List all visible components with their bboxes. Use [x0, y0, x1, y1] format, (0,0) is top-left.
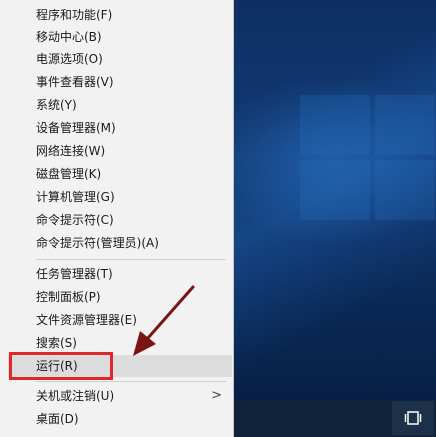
menu-item-network-connections[interactable]: 网络连接(W) [8, 140, 232, 162]
desktop-window-pane [300, 160, 370, 220]
menu-item-programs-features[interactable]: 程序和功能(F) [8, 4, 232, 26]
task-view-icon[interactable] [392, 401, 434, 435]
menu-item-command-prompt-admin[interactable]: 命令提示符(管理员)(A) [8, 232, 232, 254]
menu-item-computer-management[interactable]: 计算机管理(G) [8, 186, 232, 208]
menu-item-disk-management[interactable]: 磁盘管理(K) [8, 163, 232, 185]
run-highlight-box [9, 352, 113, 380]
desktop-window-pane [300, 95, 370, 155]
task-view-glyph-icon [404, 411, 422, 425]
menu-separator [36, 259, 226, 260]
menu-item-desktop[interactable]: 桌面(D) [8, 408, 232, 430]
desktop-window-pane [375, 95, 435, 155]
menu-item-shutdown-signout[interactable]: 关机或注销(U) > [8, 385, 232, 407]
menu-item-control-panel[interactable]: 控制面板(P) [8, 286, 232, 308]
menu-item-system[interactable]: 系统(Y) [8, 94, 232, 116]
menu-item-mobility-center[interactable]: 移动中心(B) [8, 26, 232, 48]
menu-item-event-viewer[interactable]: 事件查看器(V) [8, 71, 232, 93]
menu-item-file-explorer[interactable]: 文件资源管理器(E) [8, 309, 232, 331]
menu-separator [36, 381, 226, 382]
menu-item-search[interactable]: 搜索(S) [8, 332, 232, 354]
menu-item-power-options[interactable]: 电源选项(O) [8, 48, 232, 70]
chevron-right-icon: > [211, 388, 222, 403]
menu-item-device-manager[interactable]: 设备管理器(M) [8, 117, 232, 139]
menu-item-task-manager[interactable]: 任务管理器(T) [8, 263, 232, 285]
desktop-window-pane [375, 160, 435, 220]
menu-item-command-prompt[interactable]: 命令提示符(C) [8, 209, 232, 231]
